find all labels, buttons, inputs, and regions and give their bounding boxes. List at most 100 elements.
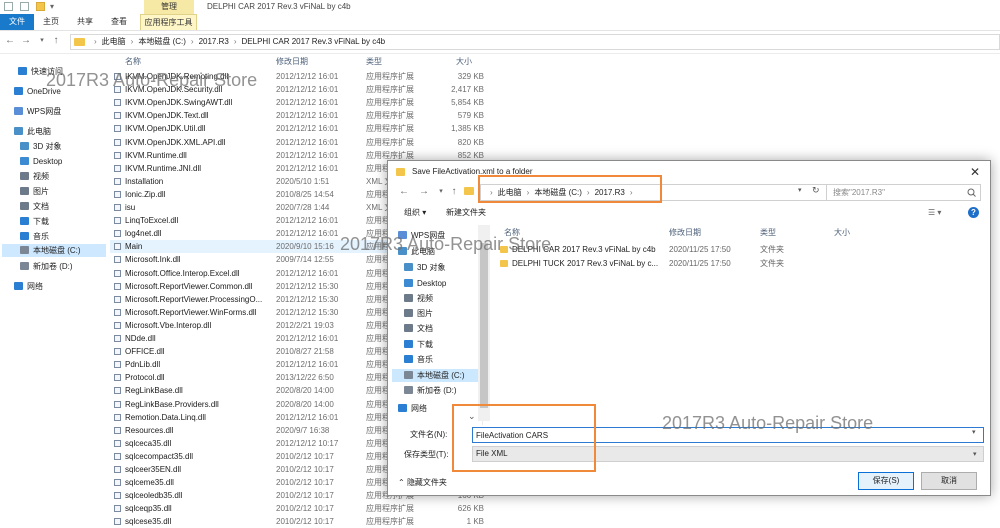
column-header-type[interactable]: 类型 [760,227,776,238]
table-row[interactable]: IKVM.OpenJDK.SwingAWT.dll 2012/12/12 16:0… [110,96,500,109]
dialog-nav-label: 3D 对象 [417,263,446,272]
file-date: 2020/5/10 1:51 [276,176,330,186]
breadcrumb-drive-c[interactable]: 本地磁盘 (C:) [138,37,186,46]
file-size: 329 KB [457,72,484,81]
documents-icon [404,324,413,332]
documents-icon [20,202,29,210]
download-icon [20,217,29,225]
refresh-icon[interactable]: ↻ [812,185,820,196]
file-name: Ionic.Zip.dll [125,189,166,199]
network-icon [398,404,407,412]
column-header-type[interactable]: 类型 [366,56,382,67]
file-size: 2,417 KB [451,85,484,95]
save-button[interactable]: 保存(S) [858,472,914,490]
chevron-down-icon[interactable]: ▾ [972,428,976,436]
file-date: 2012/12/12 16:01 [276,229,339,239]
recent-dropdown-icon[interactable]: ▾ [36,35,48,47]
file-date: 2012/12/12 16:01 [276,85,339,95]
view-options-icon[interactable]: ☰ ▾ [928,205,941,221]
recent-dropdown-icon[interactable]: ▾ [435,186,447,198]
file-date: 2012/12/12 16:01 [276,412,339,422]
manage-tab[interactable]: 管理 [144,0,194,14]
file-icon [114,99,121,107]
file-name: IKVM.OpenJDK.XML.API.dll [125,137,226,147]
dialog-nav-label: 新加卷 (D:) [417,386,457,395]
file-date: 2010/2/12 10:17 [276,491,334,501]
watermark: 2017R3 Auto-Repair Store [46,70,258,90]
cancel-button[interactable]: 取消 [921,472,977,490]
back-icon[interactable]: ← [4,35,16,47]
column-header-date[interactable]: 修改日期 [669,227,701,238]
table-row[interactable]: IKVM.OpenJDK.Util.dll 2012/12/12 16:01 应用程… [110,122,500,135]
close-icon[interactable]: ✕ [970,161,980,183]
file-icon [114,230,121,238]
column-header-size[interactable]: 大小 [456,56,472,67]
tab-view[interactable]: 查看 [104,14,134,30]
file-icon [114,282,121,290]
organize-button[interactable]: 组织 ▾ [404,205,426,221]
file-name: sqlceoledb35.dll [125,491,183,501]
table-row[interactable]: IKVM.OpenJDK.Text.dll 2012/12/12 16:01 应用程… [110,109,500,122]
file-icon [114,256,121,264]
help-icon[interactable]: ? [968,207,979,218]
new-folder-button[interactable]: 新建文件夹 [446,205,486,221]
file-date: 2012/12/12 16:01 [276,150,339,160]
file-icon [114,204,121,211]
scrollbar-thumb[interactable] [480,243,488,408]
dialog-nav-label: 图片 [417,309,433,318]
dialog-search-input[interactable]: 搜索"2017.R3" [826,184,981,201]
column-header-name[interactable]: 名称 [125,56,141,67]
forward-icon[interactable]: → [418,186,430,198]
file-icon [114,269,121,277]
file-date: 2012/12/12 16:01 [276,163,339,173]
file-size: 820 KB [457,137,484,147]
chevron-right-icon: › [233,37,237,46]
tab-home[interactable]: 主页 [36,14,66,30]
breadcrumb-this-pc[interactable]: 此电脑 [102,37,126,46]
hide-folders-label: 隐藏文件夹 [406,478,447,487]
back-icon[interactable]: ← [398,186,410,198]
tab-application-tools[interactable]: 应用程序工具 [140,14,197,30]
file-date: 2012/12/12 16:01 [276,137,339,147]
file-type: 应用程序扩展 [366,517,414,527]
quick-access-icon[interactable] [4,2,13,11]
table-row[interactable]: sqlcese35.dll 2010/2/12 10:17 应用程序扩展 1 KB [110,515,500,528]
file-size: 626 KB [457,504,484,514]
file-name: Remotion.Data.Linq.dll [125,412,206,422]
properties-icon[interactable] [20,2,29,11]
download-icon [404,340,413,348]
file-name: Microsoft.ReportViewer.ProcessingO... [125,294,263,304]
file-icon [114,308,121,316]
file-date: 2012/2/21 19:03 [276,320,334,330]
chevron-down-icon[interactable]: ▾ [798,186,802,194]
file-date: 2010/8/27 21:58 [276,347,334,357]
tab-share[interactable]: 共享 [70,14,100,30]
folder-icon[interactable] [36,2,45,11]
file-name: RegLinkBase.dll [125,386,183,396]
dropdown-icon[interactable]: ▾ [50,2,54,11]
file-name: LinqToExcel.dll [125,216,179,226]
table-row[interactable]: sqlceqp35.dll 2010/2/12 10:17 应用程序扩展 626 KB [110,502,500,515]
dialog-list-item[interactable]: DELPHI TUCK 2017 Rev.3 vFiNaL by c... 202… [494,257,990,270]
file-icon [114,439,121,447]
file-date: 2009/7/14 12:55 [276,255,334,265]
computer-icon [14,127,23,135]
chevron-down-icon: ▾ [973,451,977,458]
breadcrumb-current-folder[interactable]: DELPHI CAR 2017 Rev.3 vFiNaL by c4b [242,37,386,46]
tab-file[interactable]: 文件 [0,14,34,30]
column-header-size[interactable]: 大小 [834,227,850,238]
breadcrumb-2017r3[interactable]: 2017.R3 [199,37,229,46]
table-row[interactable]: IKVM.OpenJDK.XML.API.dll 2012/12/12 16:01… [110,136,500,149]
file-name: IKVM.Runtime.dll [125,150,187,160]
up-icon[interactable]: ↑ [448,186,460,198]
file-date: 2012/12/12 16:01 [276,216,339,226]
video-icon [20,172,29,180]
dialog-list-item[interactable]: DELPHI CAR 2017 Rev.3 vFiNaL by c4b 2020/… [494,243,990,256]
window-title: DELPHI CAR 2017 Rev.3 vFiNaL by c4b [207,2,351,11]
hide-folders-toggle[interactable]: ⌃ 隐藏文件夹 [398,477,447,488]
address-path-box[interactable]: › 此电脑 › 本地磁盘 (C:) › 2017.R3 › DELPHI CAR 2017 R… [70,34,1000,50]
forward-icon[interactable]: → [20,35,32,47]
up-icon[interactable]: ↑ [50,35,62,47]
column-header-date[interactable]: 修改日期 [276,56,308,67]
file-type: 应用程序扩展 [366,85,414,95]
